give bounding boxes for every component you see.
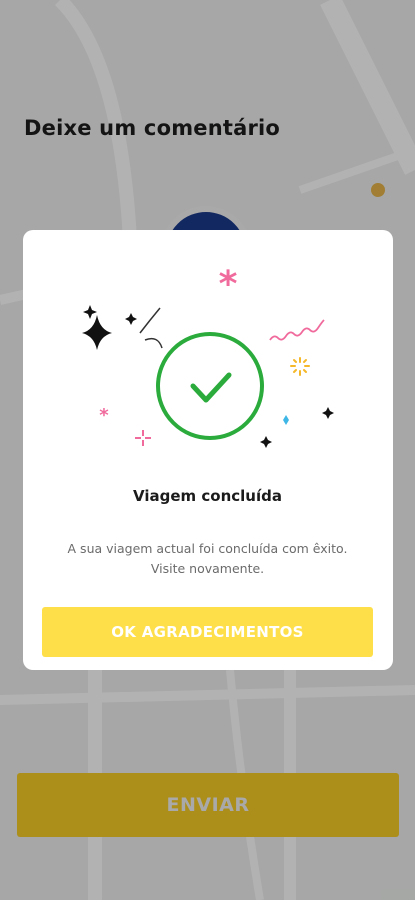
- sparkle-small-icon: [125, 313, 137, 325]
- plus-icon: [135, 430, 151, 446]
- dialog-message-line: Visite novamente.: [150, 561, 265, 576]
- success-ring-icon: [156, 332, 264, 440]
- sparkle-small-icon: [83, 305, 97, 319]
- dialog-title: Viagem concluída: [133, 487, 282, 505]
- success-illustration: * *: [82, 264, 334, 448]
- burst-icon: [290, 357, 310, 376]
- squiggle-icon: [269, 319, 325, 341]
- sparkle-small-icon: [260, 436, 272, 448]
- sparkle-small-icon: [322, 407, 334, 419]
- checkmark-icon: [190, 372, 232, 403]
- sparkle-icon: [82, 315, 112, 350]
- swoosh-icon: [144, 337, 163, 349]
- asterisk-small-icon: *: [99, 405, 109, 426]
- diamond-icon: [283, 415, 289, 425]
- dialog-message-line: A sua viagem actual foi concluída com êx…: [67, 541, 348, 556]
- dialog-message: A sua viagem actual foi concluída com êx…: [0, 539, 415, 579]
- asterisk-icon: *: [219, 264, 238, 305]
- swoosh-icon: [139, 307, 161, 334]
- ok-thanks-button[interactable]: OK AGRADECIMENTOS: [42, 607, 373, 657]
